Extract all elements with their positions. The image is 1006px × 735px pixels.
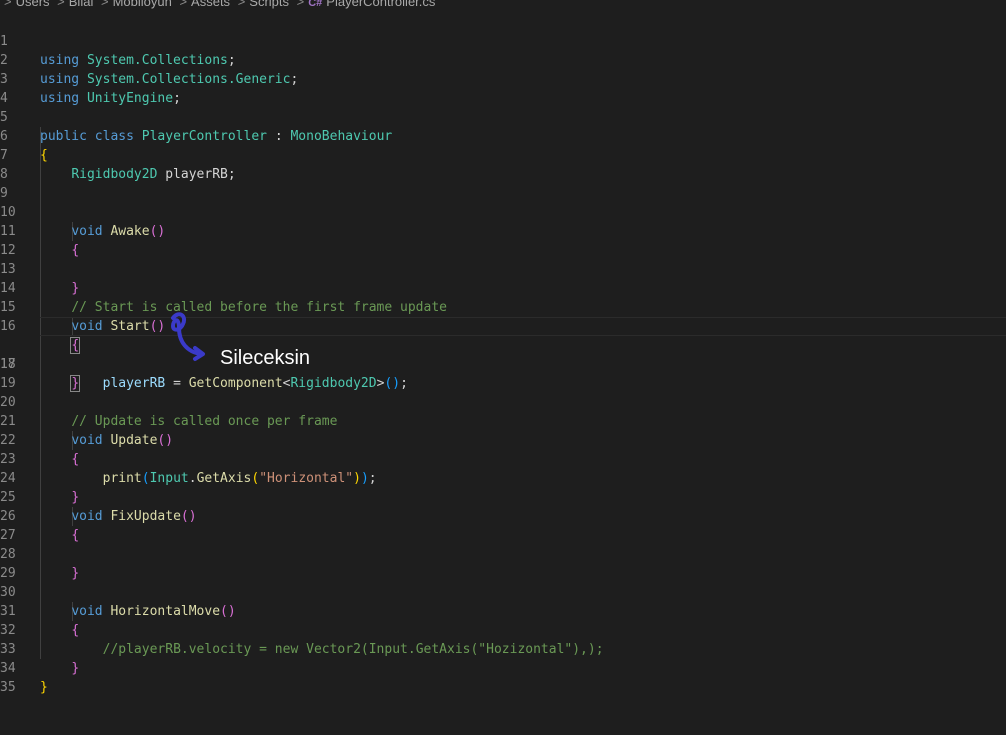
code-line[interactable]: 19 — [0, 355, 1006, 391]
code-line[interactable]: 16 { — [0, 298, 1006, 354]
code-line[interactable]: 6 { — [0, 108, 1006, 163]
code-line[interactable]: 20 // Update is called once per frame — [0, 374, 1006, 429]
code-line[interactable]: 23 print(Input.GetAxis("Horizontal")); — [0, 431, 1006, 486]
code-line[interactable]: 3 using UnityEngine; — [0, 51, 1006, 106]
code-line[interactable]: 12 — [0, 222, 1006, 258]
breadcrumb-file[interactable]: PlayerController.cs — [326, 0, 435, 9]
breadcrumb-item-bilal[interactable]: Bilal — [69, 0, 94, 9]
code-line[interactable]: 22 { — [0, 412, 1006, 467]
code-line[interactable]: 1 using System.Collections; — [0, 13, 1006, 68]
code-line[interactable]: 21 void Update() — [0, 393, 1006, 448]
code-line[interactable]: 33 } — [0, 621, 1006, 676]
code-line[interactable]: 11 { — [0, 203, 1006, 258]
code-line-current[interactable]: 17 playerRB = GetComponent<Rigidbody2D>(… — [0, 317, 1006, 391]
line-content[interactable]: } — [40, 678, 48, 697]
code-line[interactable]: 15 void Start() — [0, 279, 1006, 334]
code-line[interactable]: 35 — [0, 659, 1006, 695]
code-line[interactable]: 25 void FixUpdate() — [0, 469, 1006, 524]
code-editor[interactable]: 1 using System.Collections; 2 using Syst… — [0, 13, 1006, 695]
breadcrumb: > Users > Bilal > Mobiloyun > Assets > Script… — [0, 0, 435, 10]
code-line[interactable]: 29 — [0, 545, 1006, 581]
code-line[interactable]: 10 void Awake() — [0, 184, 1006, 239]
code-line[interactable]: 28 } — [0, 526, 1006, 581]
code-line[interactable]: 2 using System.Collections.Generic; — [0, 32, 1006, 87]
code-line[interactable]: 18 } — [0, 336, 1006, 392]
breadcrumb-item-users[interactable]: Users — [16, 0, 50, 9]
breadcrumb-separator: > — [237, 0, 246, 9]
breadcrumb-separator: > — [179, 0, 188, 9]
code-line[interactable]: 8 — [0, 146, 1006, 182]
code-line[interactable]: 14 // Start is called before the first f… — [0, 260, 1006, 315]
code-line[interactable]: 26 { — [0, 488, 1006, 543]
code-line[interactable]: 27 — [0, 507, 1006, 543]
breadcrumb-separator: > — [4, 0, 12, 9]
breadcrumb-item-scripts[interactable]: Scripts — [249, 0, 289, 9]
breadcrumb-separator: > — [57, 0, 65, 9]
brace: } — [40, 680, 48, 695]
code-line[interactable]: 24 } — [0, 450, 1006, 505]
code-line[interactable]: 32 //playerRB.velocity = new Vector2(Inp… — [0, 602, 1006, 657]
csharp-file-icon: C# — [308, 0, 323, 9]
code-line[interactable]: 9 — [0, 165, 1006, 201]
code-line[interactable]: 34 } — [0, 640, 1006, 695]
breadcrumb-item-assets[interactable]: Assets — [191, 0, 230, 9]
annotation-label: Sileceksin — [220, 347, 311, 369]
breadcrumb-separator: > — [100, 0, 109, 9]
breadcrumb-separator: > — [296, 0, 305, 9]
code-line[interactable]: 4 — [0, 70, 1006, 106]
line-number: 35 — [0, 680, 16, 695]
code-line[interactable]: 5 public class PlayerController : MonoBe… — [0, 89, 1006, 144]
breadcrumb-item-mobiloyun[interactable]: Mobiloyun — [113, 0, 172, 9]
code-line[interactable]: 7 Rigidbody2D playerRB; — [0, 127, 1006, 182]
code-line[interactable]: 31 { — [0, 583, 1006, 638]
hand-drawn-arrow-icon — [171, 312, 205, 361]
code-line[interactable]: 30 void HorizontalMove() — [0, 564, 1006, 619]
code-line[interactable]: 13 } — [0, 241, 1006, 296]
